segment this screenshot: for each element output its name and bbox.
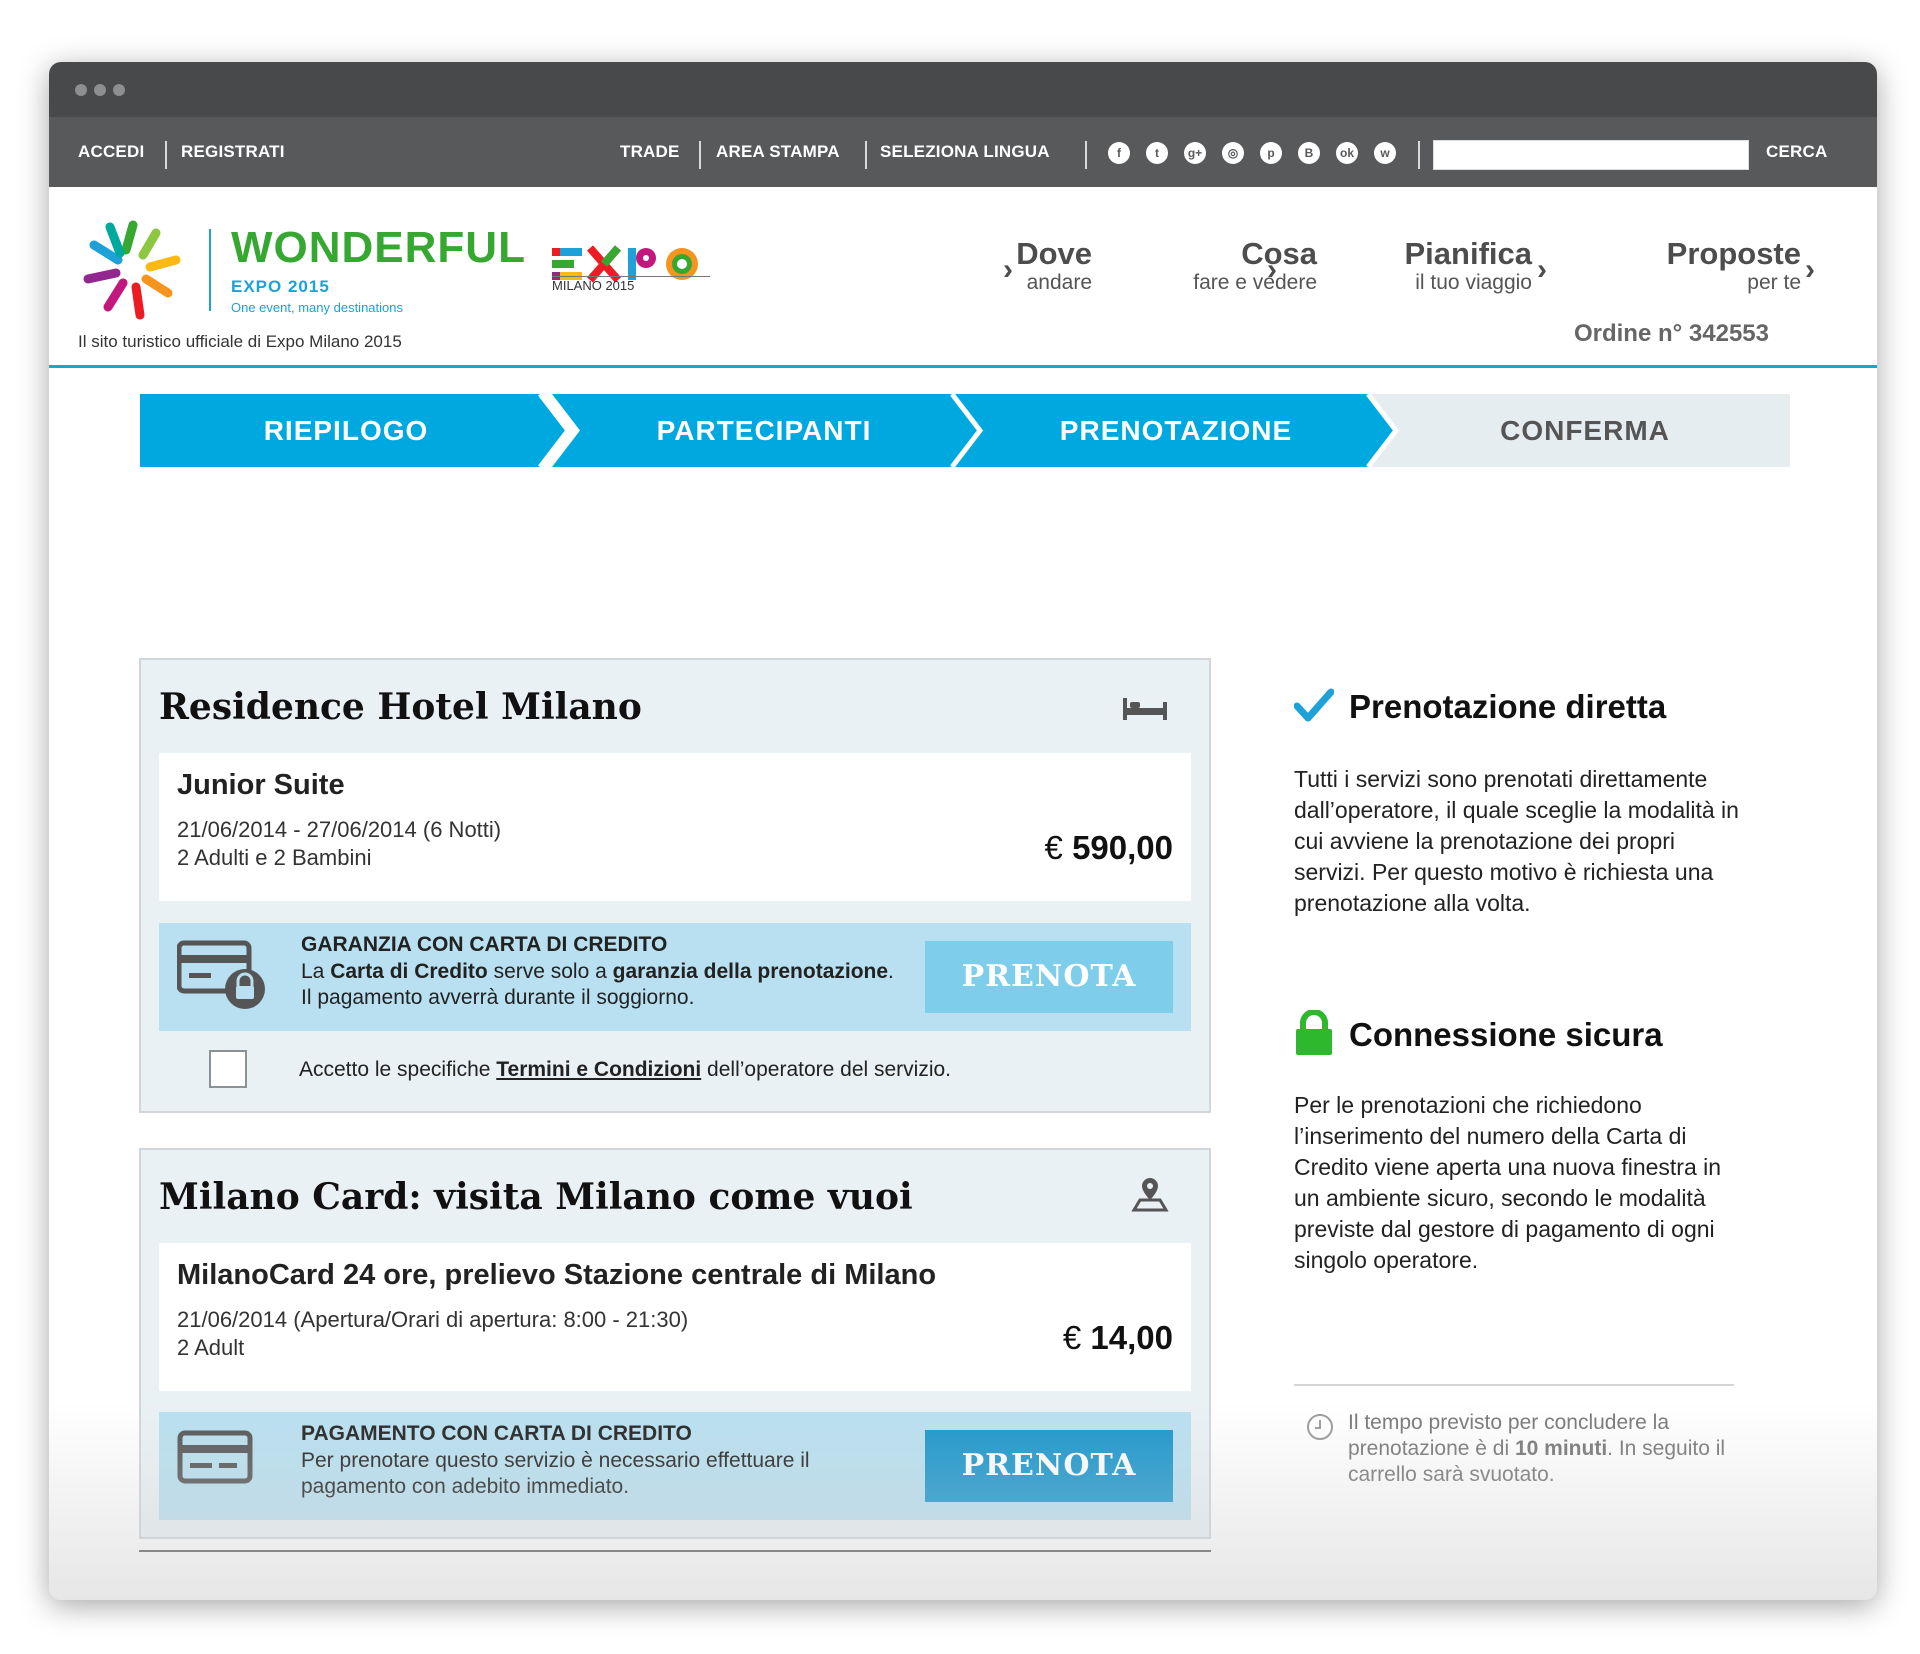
browser-titlebar: [49, 62, 1877, 117]
search-button[interactable]: CERCA: [1766, 117, 1827, 187]
payment-title: PAGAMENTO CON CARTA DI CREDITO: [301, 1422, 692, 1445]
time-limit-note: Il tempo previsto per concludere la pren…: [1348, 1411, 1726, 1486]
official-site-caption: Il sito turistico ufficiale di Expo Mila…: [78, 332, 402, 351]
room-name: Junior Suite: [177, 769, 345, 801]
credit-card-lock-icon: [177, 940, 265, 1009]
bed-icon: [1123, 698, 1167, 720]
divider: [865, 141, 867, 169]
booking-card-hotel: Residence Hotel Milano Junior Suite 21/0…: [139, 658, 1211, 1113]
sidebar-divider: [1294, 1384, 1734, 1386]
window-dot-minimize[interactable]: [94, 84, 106, 96]
login-link[interactable]: ACCEDI: [78, 117, 144, 187]
instagram-icon[interactable]: ◎: [1222, 142, 1244, 164]
window-dot-close[interactable]: [75, 84, 87, 96]
booking-card-milano-card: Milano Card: visita Milano come vuoi Mil…: [139, 1148, 1211, 1539]
wonderful-logo-icon[interactable]: [78, 215, 188, 325]
divider: [165, 141, 167, 169]
vkontakte-icon[interactable]: B: [1298, 142, 1320, 164]
price-amount: 14,00: [1090, 1319, 1173, 1356]
press-area-link[interactable]: AREA STAMPA: [716, 117, 840, 187]
search-input[interactable]: [1433, 140, 1749, 170]
product-name: MilanoCard 24 ore, prelievo Stazione cen…: [177, 1259, 937, 1291]
nav-main-label: Dove: [1016, 236, 1092, 271]
language-selector[interactable]: SELEZIONA LINGUA: [880, 117, 1050, 187]
nav-sub-label: andare: [1026, 271, 1092, 294]
window-dot-maximize[interactable]: [113, 84, 125, 96]
price: € 14,00: [1063, 1319, 1173, 1357]
terms-label: Accetto le specifiche Termini e Condizio…: [299, 1058, 952, 1081]
step-partecipanti[interactable]: PARTECIPANTI: [558, 394, 970, 467]
chevron-right-icon: ›: [1267, 253, 1277, 286]
booking-title: Milano Card: visita Milano come vuoi: [159, 1176, 913, 1218]
divider: [1085, 141, 1087, 169]
google-plus-icon[interactable]: g+: [1184, 142, 1206, 164]
card-details: MilanoCard 24 ore, prelievo Stazione cen…: [159, 1243, 1191, 1391]
terms-link[interactable]: Termini e Condizioni: [496, 1058, 701, 1081]
validity-dates: 21/06/2014 (Apertura/Orari di apertura: …: [177, 1307, 689, 1332]
chevron-right-icon: ›: [1537, 253, 1547, 286]
weibo-icon[interactable]: w: [1374, 142, 1396, 164]
nav-dove[interactable]: Dove andare: [1016, 237, 1092, 295]
twitter-icon[interactable]: t: [1146, 142, 1168, 164]
divider: [699, 141, 701, 169]
guarantee-title: GARANZIA CON CARTA DI CREDITO: [301, 933, 668, 956]
nav-proposte[interactable]: Proposte per te: [1667, 237, 1801, 295]
wonderful-wordmark: WONDERFUL: [231, 223, 526, 272]
checkout-steps: RIEPILOGO PARTECIPANTI PRENOTAZIONE CONF…: [140, 394, 1790, 467]
order-number: Ordine n° 342553: [1573, 320, 1769, 347]
nav-sub-label: fare e vedere: [1193, 271, 1317, 294]
payment-text: Per prenotare questo servizio è necessar…: [301, 1449, 810, 1498]
brand-divider: [209, 229, 211, 311]
stay-dates: 21/06/2014 - 27/06/2014 (6 Notti): [177, 817, 502, 842]
facebook-icon[interactable]: f: [1108, 142, 1130, 164]
currency: €: [1062, 1319, 1082, 1356]
register-link[interactable]: REGISTRATI: [181, 117, 285, 187]
chevron-right-icon: ›: [1003, 253, 1013, 286]
guests: 2 Adulti e 2 Bambini: [177, 845, 372, 870]
guarantee-text: La Carta di Credito serve solo a garanzi…: [301, 960, 894, 1009]
chevron-right-icon: ›: [1805, 253, 1815, 286]
padlock-icon: [1296, 1010, 1332, 1055]
step-riepilogo[interactable]: RIEPILOGO: [140, 394, 552, 467]
nav-sub-label: per te: [1747, 271, 1801, 294]
bottom-divider: [139, 1550, 1211, 1552]
pinterest-icon[interactable]: p: [1260, 142, 1282, 164]
prenota-button[interactable]: PRENOTA: [925, 1430, 1173, 1502]
step-prenotazione[interactable]: PRENOTAZIONE: [970, 394, 1382, 467]
booking-title: Residence Hotel Milano: [159, 686, 642, 728]
checkmark-icon: [1294, 688, 1334, 722]
nav-cosa[interactable]: Cosa fare e vedere: [1193, 237, 1317, 295]
price-amount: 590,00: [1072, 829, 1173, 866]
guarantee-strip: GARANZIA CON CARTA DI CREDITO La Carta d…: [159, 923, 1191, 1031]
prenota-button-disabled[interactable]: PRENOTA: [925, 941, 1173, 1013]
guests: 2 Adult: [177, 1335, 245, 1360]
map-pin-icon: [1131, 1178, 1169, 1212]
nav-main-label: Cosa: [1241, 236, 1317, 271]
milano-2015-label: MILANO 2015: [552, 276, 710, 293]
direct-booking-title: Prenotazione diretta: [1349, 688, 1667, 725]
nav-pianifica[interactable]: Pianifica il tuo viaggio: [1405, 237, 1533, 295]
room-details: Junior Suite 21/06/2014 - 27/06/2014 (6 …: [159, 753, 1191, 901]
secure-connection-text: Per le prenotazioni che richiedono l’ins…: [1294, 1092, 1722, 1273]
currency: €: [1044, 829, 1063, 866]
trade-link[interactable]: TRADE: [620, 117, 680, 187]
clock-icon: [1307, 1414, 1333, 1440]
brand-tagline: One event, many destinations: [231, 300, 403, 315]
direct-booking-text: Tutti i servizi sono prenotati direttame…: [1294, 766, 1739, 916]
secure-connection-title: Connessione sicura: [1349, 1016, 1663, 1053]
payment-strip: PAGAMENTO CON CARTA DI CREDITO Per preno…: [159, 1412, 1191, 1520]
nav-sub-label: il tuo viaggio: [1415, 271, 1532, 294]
expo-2015-label: EXPO 2015: [231, 277, 330, 296]
browser-window: ACCEDI REGISTRATI TRADE AREA STAMPA SELE…: [49, 62, 1877, 1600]
nav-main-label: Proposte: [1666, 236, 1801, 271]
step-conferma: CONFERMA: [1500, 415, 1670, 446]
divider: [1418, 141, 1420, 169]
price: € 590,00: [1045, 829, 1173, 867]
terms-checkbox[interactable]: [209, 1050, 247, 1088]
nav-main-label: Pianifica: [1404, 236, 1533, 271]
top-utility-bar: ACCEDI REGISTRATI TRADE AREA STAMPA SELE…: [49, 117, 1877, 187]
odnoklassniki-icon[interactable]: ok: [1336, 142, 1358, 164]
credit-card-icon: [177, 1430, 253, 1484]
